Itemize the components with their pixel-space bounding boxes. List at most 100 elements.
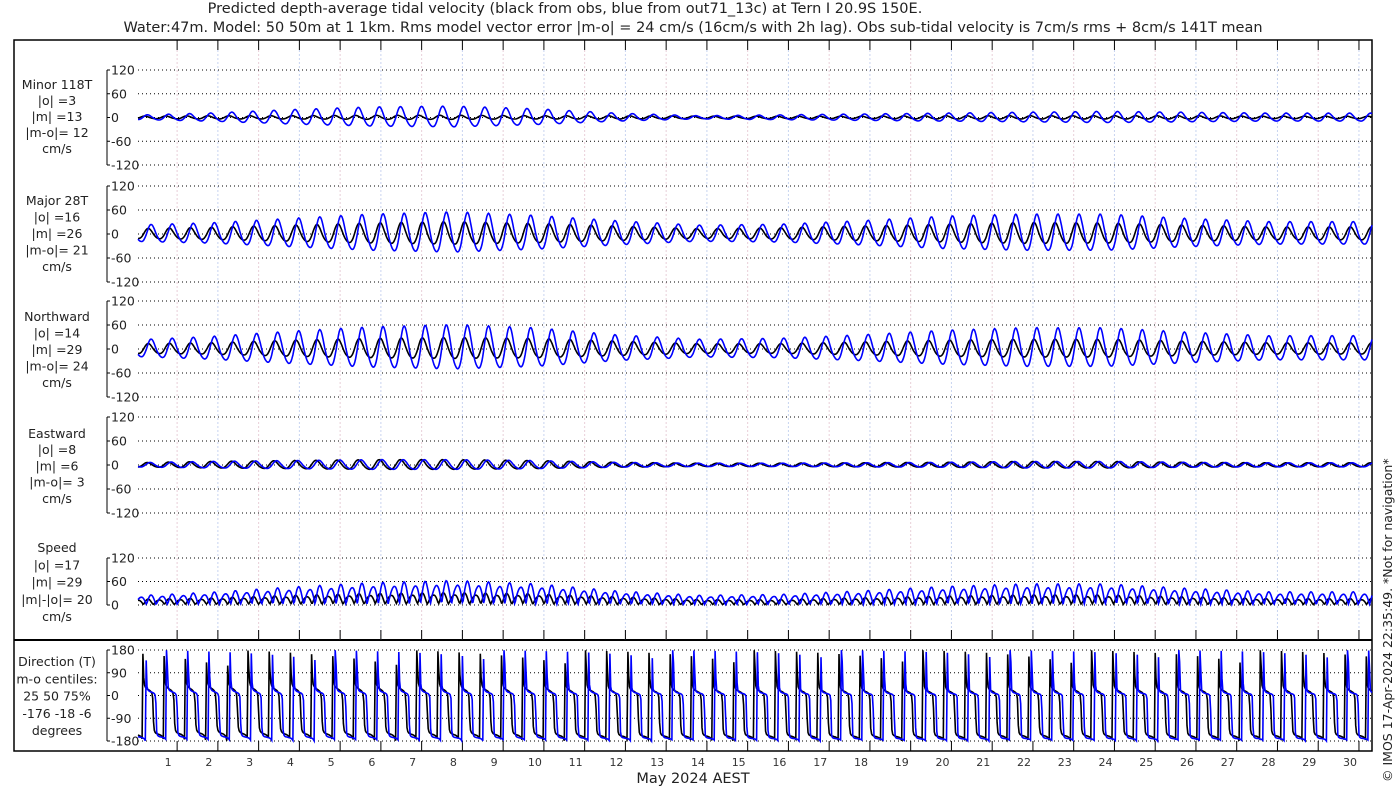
day-label: 9 [491, 756, 498, 769]
day-label: 8 [450, 756, 457, 769]
day-label: 26 [1180, 756, 1194, 769]
day-label: 30 [1343, 756, 1357, 769]
day-label: 2 [205, 756, 212, 769]
y-tick-label: 60 [111, 203, 127, 218]
north-model-line [137, 323, 1373, 370]
panel-label-line: |o| =16 [34, 210, 80, 225]
y-tick-label: 120 [111, 551, 135, 566]
y-tick-label: 0 [111, 342, 119, 357]
day-label: 5 [328, 756, 335, 769]
panel-label-line: |m-o|= 24 [25, 359, 88, 374]
panel-label-line: 25 50 75% [23, 689, 91, 704]
panel-label-line: |m| =26 [32, 226, 83, 241]
day-label: 20 [935, 756, 949, 769]
y-tick-label: 0 [111, 227, 119, 242]
panel-label-line: |m| =29 [32, 342, 83, 357]
day-label: 1 [165, 756, 172, 769]
panel-label-line: cm/s [42, 609, 72, 624]
y-tick-label: -60 [111, 366, 131, 381]
day-label: 28 [1261, 756, 1275, 769]
day-label: 27 [1221, 756, 1235, 769]
y-tick-label: 60 [111, 434, 127, 449]
panel-label-line: m-o centiles: [16, 671, 97, 686]
day-label: 21 [976, 756, 990, 769]
panel-label-line: Speed [37, 540, 76, 555]
day-label: 12 [609, 756, 623, 769]
panel-east: Eastward|o| =8|m| =6 |m-o|= 3cm/s 120 60 0 -6… [28, 410, 1373, 521]
panel-label-line: |o| =17 [34, 557, 80, 572]
panel-label-line: |m|-|o|= 20 [21, 592, 93, 607]
day-label: 23 [1058, 756, 1072, 769]
day-label: 24 [1098, 756, 1112, 769]
y-tick-label: 120 [111, 179, 135, 194]
day-label: 7 [409, 756, 416, 769]
minor-model-line [138, 105, 1373, 128]
panel-label-line: cm/s [42, 141, 72, 156]
tidal-velocity-figure: Predicted depth-average tidal velocity (… [13, 1, 1395, 787]
panel-major: Major 28T |o| =16|m| =26 |m-o|= 21cm/s 120 6… [25, 179, 1373, 290]
day-label: 15 [732, 756, 746, 769]
panel-label-line: -176 -18 -6 [22, 706, 91, 721]
day-label: 22 [1017, 756, 1031, 769]
y-tick-label: 0 [111, 458, 119, 473]
y-tick-label: 180 [111, 643, 135, 658]
day-label: 18 [854, 756, 868, 769]
panel-label-line: |m-o|= 12 [25, 125, 88, 140]
panel-label-line: cm/s [42, 491, 72, 506]
y-tick-label: -60 [111, 482, 131, 497]
panel-label-line: cm/s [42, 375, 72, 390]
y-tick-label: 120 [111, 294, 135, 309]
y-tick-label: -180 [111, 734, 139, 749]
panel-label-line: Major 28T [26, 193, 89, 208]
y-tick-label: 60 [111, 86, 127, 101]
panel-label-line: Direction (T) [18, 654, 96, 669]
y-tick-label: 90 [111, 665, 127, 680]
day-label: 13 [650, 756, 664, 769]
day-label: 16 [772, 756, 786, 769]
chart-title: Predicted depth-average tidal velocity (… [208, 1, 923, 17]
y-tick-label: 0 [111, 110, 119, 125]
panel-label-line: Eastward [28, 426, 86, 441]
panel-direction: Direction (T) m-o centiles: 25 50 75% -176 … [16, 643, 1373, 749]
y-tick-label: -60 [111, 134, 131, 149]
panel-label-line: |m-o|= 21 [25, 243, 88, 258]
panel-label-line: |m| =29 [32, 575, 83, 590]
y-tick-label: -60 [111, 251, 131, 266]
panel-label-line: cm/s [42, 259, 72, 274]
panel-label-line: |o| =3 [38, 93, 76, 108]
panel-minor: Minor 118T|o| =3|m| =13|m-o|= 12cm/s 120 6… [22, 63, 1373, 173]
panel-label-line: |m| =6 [36, 458, 79, 473]
day-label: 29 [1302, 756, 1316, 769]
panel-label-line: |o| =14 [34, 326, 80, 341]
panel-speed: Speed |o| =17 |m| =29 |m|-|o|= 20 cm/s 120 60 0 [21, 540, 1373, 624]
day-label: 25 [1139, 756, 1153, 769]
y-tick-label: 120 [111, 410, 135, 425]
day-label: 6 [368, 756, 375, 769]
panel-label-line: Northward [24, 309, 90, 324]
day-label: 19 [895, 756, 909, 769]
y-tick-label: 0 [111, 688, 119, 703]
day-label: 11 [569, 756, 583, 769]
y-tick-label: -120 [111, 275, 139, 290]
copyright-footer: © IMOS 17-Apr-2024 22:35:49. *Not for na… [1380, 458, 1395, 782]
y-tick-label: -90 [111, 711, 131, 726]
y-tick-label: -120 [111, 506, 139, 521]
chart-subtitle: Water:47m. Model: 50 50m at 1 1km. Rms m… [123, 20, 1262, 36]
major-model-line [137, 211, 1373, 253]
panel-label-line: |m| =13 [32, 109, 83, 124]
y-tick-label: -120 [111, 158, 139, 173]
panel-north: Northward |o| =14|m| =29 |m-o|= 24cm/s 120 6… [24, 294, 1373, 405]
y-tick-label: -120 [111, 390, 139, 405]
y-tick-label: 60 [111, 318, 127, 333]
day-label: 17 [813, 756, 827, 769]
panel-label-line: degrees [32, 723, 82, 738]
panel-label-line: |o| =8 [38, 442, 77, 457]
y-tick-label: 120 [111, 63, 135, 78]
panel-label-line: |m-o|= 3 [29, 475, 84, 490]
day-label: 14 [691, 756, 705, 769]
day-label: 10 [528, 756, 542, 769]
day-label: 3 [246, 756, 253, 769]
x-axis-label: May 2024 AEST [636, 771, 749, 787]
panel-label-line: Minor 118T [22, 77, 93, 92]
y-tick-label: 60 [111, 574, 127, 589]
